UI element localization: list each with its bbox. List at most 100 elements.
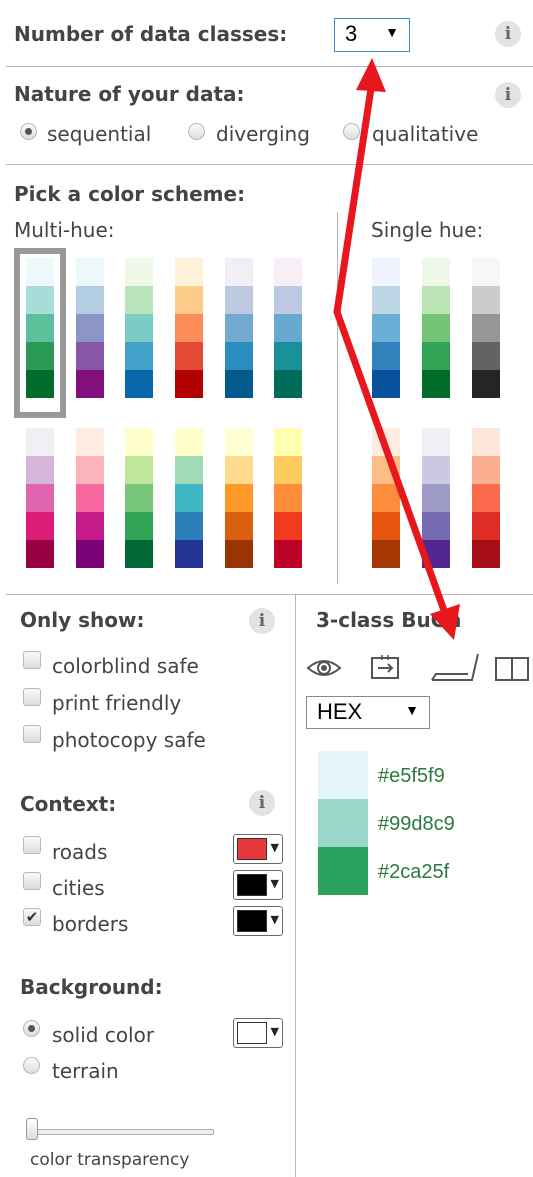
scheme-swatch xyxy=(422,456,450,484)
scheme-swatch xyxy=(175,314,203,342)
scheme-swatch xyxy=(175,512,203,540)
export-icon[interactable] xyxy=(371,655,399,679)
scheme-swatch xyxy=(372,286,400,314)
cities-checkbox[interactable] xyxy=(23,872,41,890)
panel-divider xyxy=(295,595,296,1177)
color-scheme-option[interactable] xyxy=(422,428,450,568)
color-scheme-option[interactable] xyxy=(175,258,203,398)
scheme-swatch xyxy=(76,370,104,398)
scheme-swatch xyxy=(472,258,500,286)
qualitative-label: qualitative xyxy=(372,122,479,146)
color-scheme-option[interactable] xyxy=(274,258,302,398)
scheme-swatch xyxy=(422,370,450,398)
background-color-picker[interactable]: ▼ xyxy=(233,1018,283,1048)
hex-value-1[interactable]: #e5f5f9 xyxy=(378,765,445,788)
result-swatch-1 xyxy=(318,751,368,799)
info-icon[interactable]: i xyxy=(495,82,521,108)
scheme-swatch xyxy=(225,456,253,484)
scheme-swatch xyxy=(26,258,54,286)
info-icon[interactable]: i xyxy=(249,790,275,816)
format-select[interactable]: HEX ▼ xyxy=(306,696,430,729)
scheme-swatch xyxy=(26,428,54,456)
color-scheme-option[interactable] xyxy=(372,428,400,568)
scheme-swatch xyxy=(472,286,500,314)
scheme-swatch xyxy=(274,286,302,314)
scheme-swatch xyxy=(274,428,302,456)
scheme-swatch xyxy=(76,540,104,568)
scheme-swatch xyxy=(422,314,450,342)
scheme-swatch xyxy=(274,258,302,286)
result-swatch-3 xyxy=(318,847,368,895)
color-scheme-option[interactable] xyxy=(472,258,500,398)
scheme-swatch xyxy=(274,314,302,342)
cities-color-swatch xyxy=(237,874,267,896)
transparency-slider-track[interactable] xyxy=(32,1129,214,1135)
scheme-swatch xyxy=(422,286,450,314)
photocopy-safe-checkbox[interactable] xyxy=(23,725,41,743)
scheme-swatch xyxy=(76,456,104,484)
chevron-down-icon: ▼ xyxy=(405,702,419,718)
color-scheme-option[interactable] xyxy=(26,258,54,398)
chevron-down-icon: ▼ xyxy=(270,841,279,854)
borders-checkbox[interactable]: ✔ xyxy=(23,908,41,926)
color-scheme-option[interactable] xyxy=(76,258,104,398)
scheme-swatch xyxy=(274,540,302,568)
eye-icon[interactable] xyxy=(306,660,342,676)
scheme-swatch xyxy=(125,540,153,568)
book-icon[interactable] xyxy=(495,657,529,681)
divider xyxy=(6,66,533,67)
color-scheme-option[interactable] xyxy=(472,428,500,568)
color-scheme-option[interactable] xyxy=(422,258,450,398)
chevron-down-icon: ▼ xyxy=(385,24,399,40)
classes-select[interactable]: 3 ▼ xyxy=(334,18,410,52)
scheme-swatch xyxy=(422,512,450,540)
scheme-swatch xyxy=(125,370,153,398)
scheme-swatch xyxy=(26,540,54,568)
colorblind-safe-checkbox[interactable] xyxy=(23,651,41,669)
color-scheme-option[interactable] xyxy=(76,428,104,568)
print-friendly-label: print friendly xyxy=(52,691,182,715)
scheme-swatch xyxy=(76,258,104,286)
background-color-swatch xyxy=(237,1022,267,1044)
roads-checkbox[interactable] xyxy=(23,836,41,854)
scheme-swatch xyxy=(175,540,203,568)
scheme-swatch xyxy=(125,428,153,456)
classes-value: 3 xyxy=(345,21,358,46)
scheme-swatch xyxy=(125,342,153,370)
multi-hue-label: Multi-hue: xyxy=(14,218,115,242)
scheme-swatch xyxy=(372,258,400,286)
map-layer-icon[interactable] xyxy=(431,653,479,681)
color-scheme-option[interactable] xyxy=(26,428,54,568)
info-icon[interactable]: i xyxy=(249,608,275,634)
hex-value-2[interactable]: #99d8c9 xyxy=(378,813,455,836)
cities-color-picker[interactable]: ▼ xyxy=(233,870,283,900)
scheme-swatch xyxy=(422,258,450,286)
diverging-label: diverging xyxy=(216,122,310,146)
info-icon[interactable]: i xyxy=(495,21,521,47)
scheme-swatch xyxy=(175,456,203,484)
radio-qualitative[interactable] xyxy=(343,123,360,140)
radio-terrain[interactable] xyxy=(23,1057,40,1074)
scheme-swatch xyxy=(76,286,104,314)
radio-sequential[interactable] xyxy=(20,123,37,140)
roads-color-picker[interactable]: ▼ xyxy=(233,834,283,864)
radio-solid-color[interactable] xyxy=(23,1020,40,1037)
transparency-slider-handle[interactable] xyxy=(26,1118,38,1140)
radio-diverging[interactable] xyxy=(188,123,205,140)
scheme-swatch xyxy=(76,314,104,342)
color-scheme-option[interactable] xyxy=(125,258,153,398)
hex-value-3[interactable]: #2ca25f xyxy=(378,861,449,884)
photocopy-safe-label: photocopy safe xyxy=(52,728,206,752)
color-scheme-option[interactable] xyxy=(225,428,253,568)
color-scheme-option[interactable] xyxy=(274,428,302,568)
print-friendly-checkbox[interactable] xyxy=(23,688,41,706)
borders-color-swatch xyxy=(237,910,267,932)
scheme-swatch xyxy=(225,286,253,314)
scheme-swatch xyxy=(26,370,54,398)
color-scheme-option[interactable] xyxy=(125,428,153,568)
color-scheme-option[interactable] xyxy=(175,428,203,568)
borders-color-picker[interactable]: ▼ xyxy=(233,906,283,936)
divider xyxy=(6,164,533,165)
color-scheme-option[interactable] xyxy=(372,258,400,398)
color-scheme-option[interactable] xyxy=(225,258,253,398)
